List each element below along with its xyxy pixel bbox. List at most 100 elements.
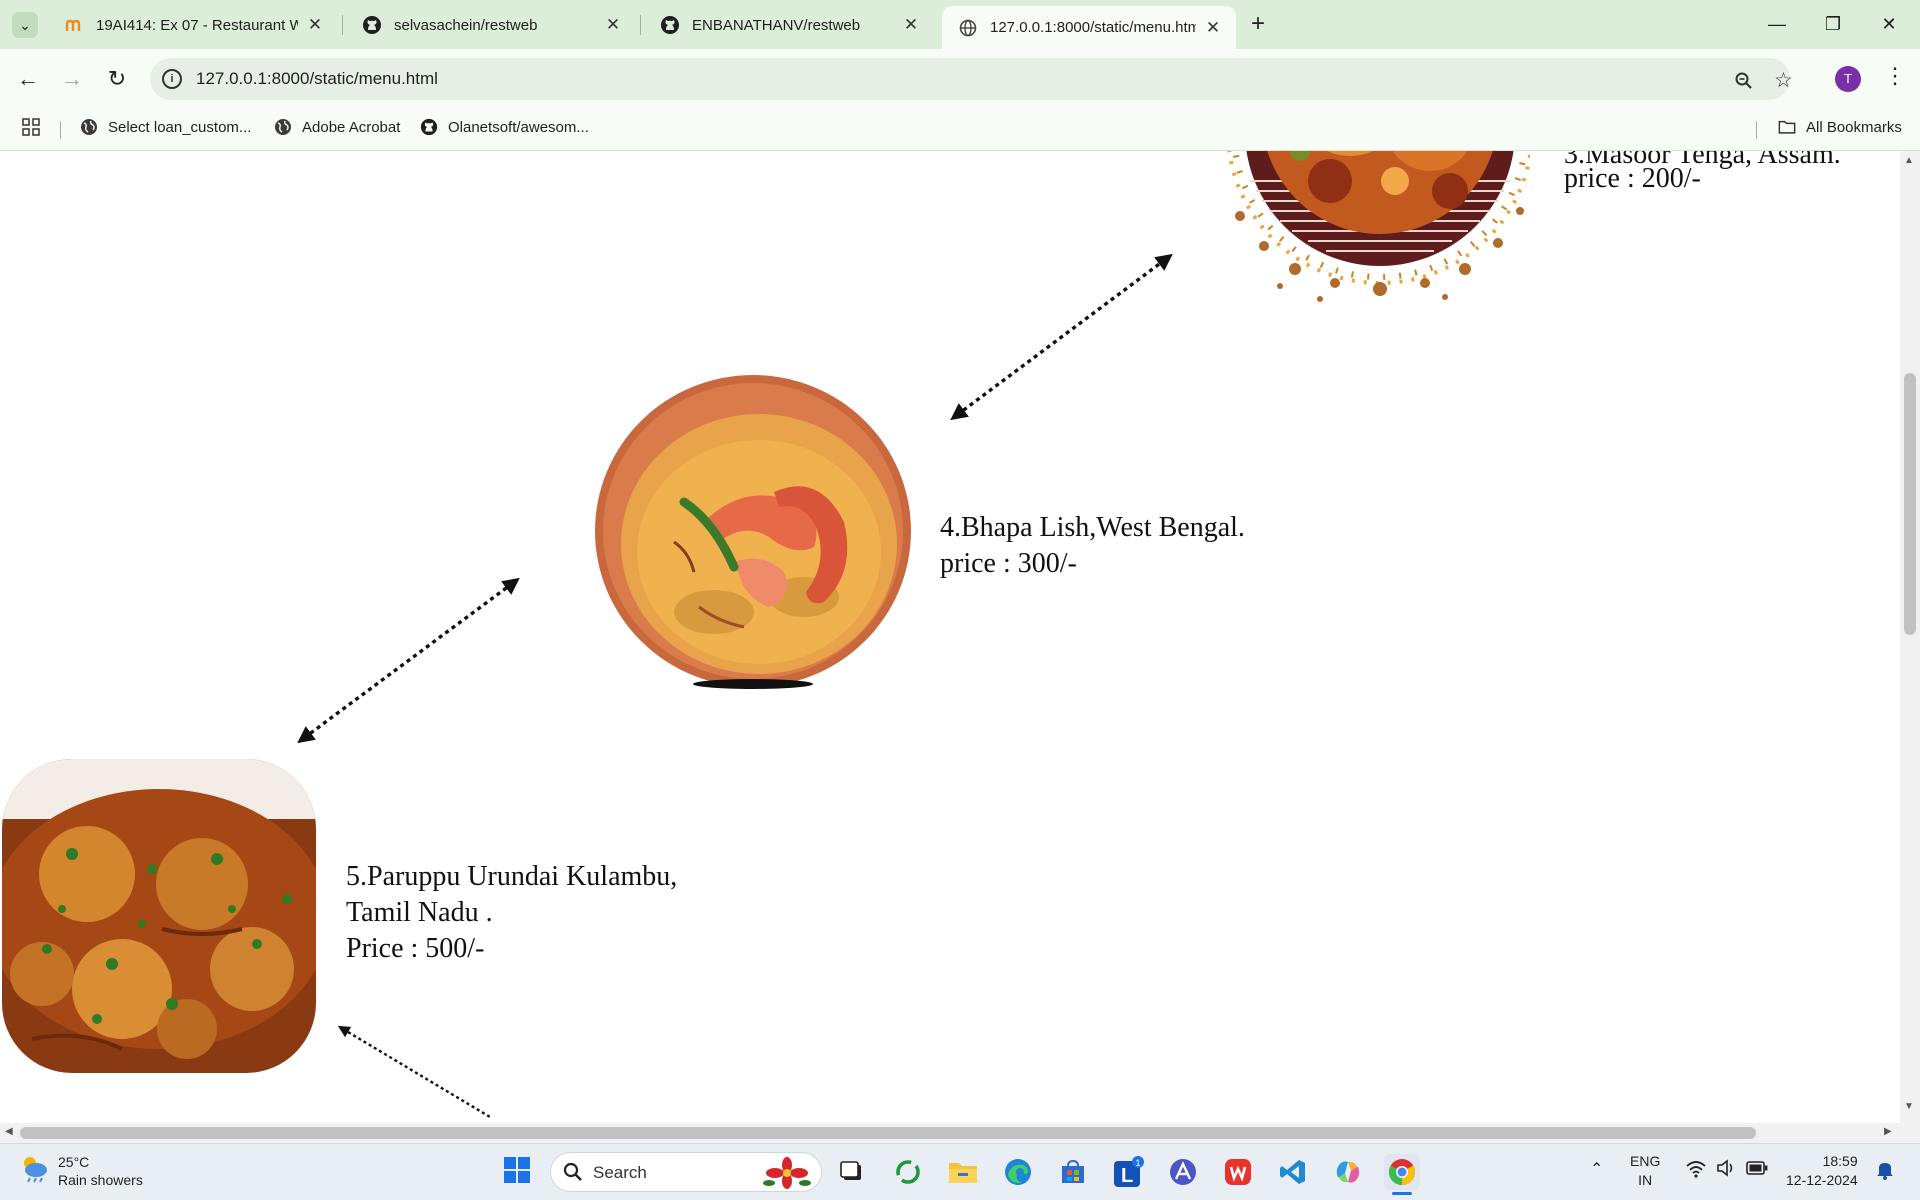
page-viewport: 3.Masoor Tenga, Assam. price : 200/- 4.B…	[0, 151, 1920, 1143]
wps-office-icon[interactable]	[1220, 1154, 1256, 1190]
vertical-scrollbar[interactable]: ▲ ▼	[1900, 151, 1920, 1123]
tab-restaurant-exercise[interactable]: 19AI414: Ex 07 - Restaurant We ✕	[48, 6, 338, 44]
bookmark-select-loan[interactable]: Select loan_custom...	[80, 118, 251, 136]
windows-taskbar: 25°C Rain showers Search L 1 ⌃ ENG IN 18…	[0, 1143, 1920, 1200]
restore-button[interactable]: ❐	[1810, 8, 1856, 40]
apps-button[interactable]	[22, 118, 50, 136]
edge-browser-icon[interactable]	[1000, 1154, 1036, 1190]
microsoft-store-icon[interactable]	[1055, 1154, 1091, 1190]
rain-cloud-icon	[18, 1152, 50, 1189]
active-app-indicator	[1392, 1192, 1412, 1195]
lens-app-icon[interactable]: L1	[1110, 1154, 1146, 1190]
bookmark-separator	[1756, 121, 1757, 139]
close-tab-icon[interactable]: ✕	[306, 15, 324, 35]
back-button[interactable]: ←	[12, 63, 44, 95]
globe-icon	[274, 118, 292, 136]
site-info-icon[interactable]: i	[162, 69, 182, 89]
tab-menu-page[interactable]: 127.0.0.1:8000/static/menu.htm ✕	[942, 6, 1236, 49]
reload-button[interactable]: ↻	[101, 63, 133, 95]
tab-separator	[640, 15, 641, 35]
tab-selvasachein-restweb[interactable]: selvasachein/restweb ✕	[346, 6, 636, 44]
chrome-icon[interactable]	[1384, 1154, 1420, 1195]
dish-price-bhapa-lish: price : 300/-	[940, 548, 1077, 579]
horizontal-scroll-thumb[interactable]	[20, 1127, 1756, 1139]
url-text[interactable]: 127.0.0.1:8000/static/menu.html	[196, 69, 438, 89]
poinsettia-icon	[763, 1157, 811, 1194]
dish-name-paruppu-urundai: 5.Paruppu Urundai Kulambu,	[346, 861, 678, 892]
vscode-icon[interactable]	[1275, 1154, 1311, 1190]
arrow-left-icon: ←	[17, 66, 39, 91]
tab-search-button[interactable]: ⌄	[12, 12, 38, 38]
battery-icon[interactable]	[1746, 1161, 1768, 1180]
bookmark-separator	[60, 121, 61, 139]
copilot-icon[interactable]	[1330, 1154, 1366, 1190]
arrow-dish5-next	[337, 1025, 491, 1119]
notification-bell-icon[interactable]	[1876, 1160, 1894, 1185]
arrow-dish5-dish4	[297, 577, 520, 744]
browser-toolbar: ← → ↻ i 127.0.0.1:8000/static/menu.html …	[0, 49, 1920, 109]
clock-time: 18:59	[1822, 1153, 1858, 1169]
weather-widget[interactable]: 25°C Rain showers	[18, 1152, 143, 1189]
start-button[interactable]	[499, 1154, 535, 1190]
weather-desc: Rain showers	[58, 1171, 143, 1188]
file-explorer-icon[interactable]	[945, 1154, 981, 1190]
all-bookmarks-button[interactable]: All Bookmarks	[1778, 118, 1902, 136]
dish-name-bhapa-lish: 4.Bhapa Lish,West Bengal.	[940, 512, 1245, 543]
tab-separator	[342, 15, 343, 35]
folder-icon	[1778, 118, 1796, 136]
arrow-dish4-dish3	[950, 253, 1173, 421]
globe-icon	[80, 118, 98, 136]
forward-button[interactable]: →	[56, 63, 88, 95]
github-icon	[660, 15, 680, 35]
dish-image-bhapa-lish	[594, 372, 912, 690]
profile-avatar[interactable]: T	[1835, 66, 1861, 92]
dish-image-paruppu-urundai	[2, 759, 316, 1073]
taskbar-search[interactable]: Search	[550, 1152, 822, 1192]
globe-icon	[958, 18, 978, 38]
svg-text:1: 1	[1136, 1158, 1141, 1168]
weather-temp: 25°C	[58, 1153, 90, 1170]
scroll-down-icon[interactable]: ▼	[1904, 1101, 1914, 1112]
wifi-icon[interactable]	[1686, 1160, 1706, 1183]
search-icon	[563, 1162, 583, 1187]
minimize-button[interactable]: —	[1754, 8, 1800, 40]
browser-menu-icon[interactable]: ⋮	[1884, 63, 1906, 89]
github-icon	[362, 15, 382, 35]
dish-region-paruppu-urundai: Tamil Nadu .	[346, 897, 493, 928]
volume-icon[interactable]	[1716, 1159, 1736, 1182]
windows-logo-icon	[503, 1156, 531, 1189]
scroll-up-icon[interactable]: ▲	[1904, 155, 1914, 166]
close-tab-icon[interactable]: ✕	[604, 15, 622, 35]
show-hidden-icons[interactable]: ⌃	[1590, 1160, 1603, 1179]
input-language[interactable]: ENG IN	[1630, 1152, 1660, 1190]
chevron-down-icon: ⌄	[19, 16, 31, 33]
clock-date: 12-12-2024	[1786, 1172, 1858, 1188]
bookmark-adobe-acrobat[interactable]: Adobe Acrobat	[274, 118, 400, 136]
scroll-left-icon[interactable]: ◀	[5, 1126, 13, 1137]
horizontal-scrollbar[interactable]: ◀ ▶	[0, 1123, 1920, 1143]
close-tab-icon[interactable]: ✕	[1204, 18, 1222, 38]
bookmark-olanetsoft[interactable]: Olanetsoft/awesom...	[420, 118, 589, 136]
arc-app-icon[interactable]	[1165, 1154, 1201, 1190]
tab-strip: ⌄ 19AI414: Ex 07 - Restaurant We ✕ selva…	[0, 0, 1920, 49]
bookmark-star-icon[interactable]: ☆	[1774, 68, 1793, 93]
task-view-icon[interactable]	[834, 1154, 870, 1190]
address-bar[interactable]: i 127.0.0.1:8000/static/menu.html ☆	[150, 58, 1793, 100]
scroll-right-icon[interactable]: ▶	[1884, 1126, 1892, 1137]
close-tab-icon[interactable]: ✕	[902, 15, 920, 35]
zoom-icon[interactable]	[1734, 71, 1754, 96]
bookmarks-bar: Select loan_custom... Adobe Acrobat Olan…	[0, 109, 1920, 151]
clock[interactable]: 18:59 12-12-2024	[1786, 1152, 1858, 1190]
close-window-button[interactable]: ✕	[1866, 8, 1912, 40]
reload-icon: ↻	[107, 66, 127, 91]
github-icon	[420, 118, 438, 136]
dish-price-paruppu-urundai: Price : 500/-	[346, 933, 485, 964]
apps-grid-icon	[22, 118, 40, 136]
arrow-right-icon: →	[61, 66, 83, 91]
svg-text:L: L	[1121, 1165, 1133, 1187]
moodle-icon	[64, 15, 84, 35]
tab-enbanathanv-restweb[interactable]: ENBANATHANV/restweb ✕	[644, 6, 934, 44]
refresh-app-icon[interactable]	[890, 1154, 926, 1190]
vertical-scroll-thumb[interactable]	[1904, 373, 1916, 635]
new-tab-button[interactable]: +	[1244, 10, 1272, 38]
